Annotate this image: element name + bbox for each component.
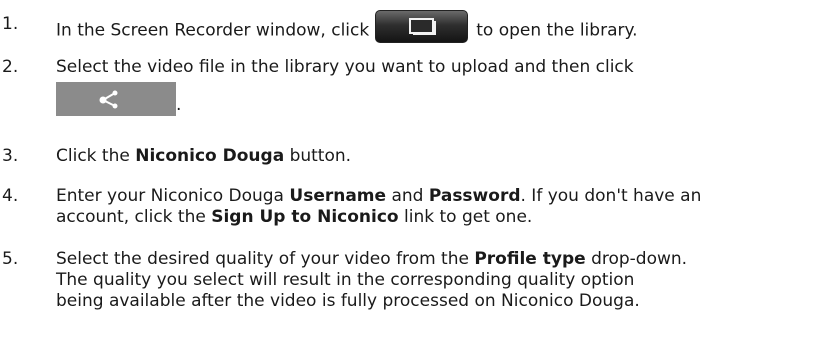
step-1-text-after: to open the library. <box>476 20 638 41</box>
open-library-button[interactable] <box>375 10 469 43</box>
step-number: 3. <box>2 146 19 166</box>
step-text: Select the video file in the library you… <box>56 57 826 116</box>
step-2-period: . <box>176 95 182 115</box>
step-4-text: . If you don't have an <box>520 186 702 206</box>
step-number: 5. <box>2 249 19 269</box>
library-stack-icon-back <box>413 21 437 35</box>
step-3-text-after: button. <box>289 146 352 166</box>
step-number: 2. <box>2 57 19 77</box>
share-icon <box>99 90 118 109</box>
password-label: Password <box>428 186 521 206</box>
step-text: In the Screen Recorder window, click to o… <box>56 10 826 47</box>
step-text: Click the Niconico Douga button. <box>56 146 826 167</box>
niconico-douga-label: Niconico Douga <box>135 146 285 166</box>
step-number: 1. <box>2 14 19 34</box>
step-2-line-1: Select the video file in the library you… <box>56 57 634 77</box>
sign-up-link-label: Sign Up to Niconico <box>211 207 399 227</box>
step-5-text: drop-down. <box>591 249 688 269</box>
profile-type-label: Profile type <box>474 249 586 269</box>
step-1-text-before: In the Screen Recorder window, click <box>56 20 370 41</box>
step-5-line-3: being available after the video is fully… <box>56 291 640 311</box>
step-4-text: account, click the <box>56 207 206 227</box>
share-button[interactable] <box>56 82 176 116</box>
username-label: Username <box>289 186 387 206</box>
step-5-text: Select the desired quality of your video… <box>56 249 469 269</box>
step-5-line-2: The quality you select will result in th… <box>56 270 635 290</box>
instruction-steps: 1. In the Screen Recorder window, click t… <box>0 0 834 360</box>
step-4-text: and <box>391 186 424 206</box>
step-4-text: Enter your Niconico Douga <box>56 186 284 206</box>
step-3-text: Click the <box>56 146 130 166</box>
step-text: Enter your Niconico Douga Username and P… <box>56 186 826 228</box>
step-4-text: link to get one. <box>404 207 533 227</box>
step-text: Select the desired quality of your video… <box>56 249 826 312</box>
step-number: 4. <box>2 186 19 206</box>
